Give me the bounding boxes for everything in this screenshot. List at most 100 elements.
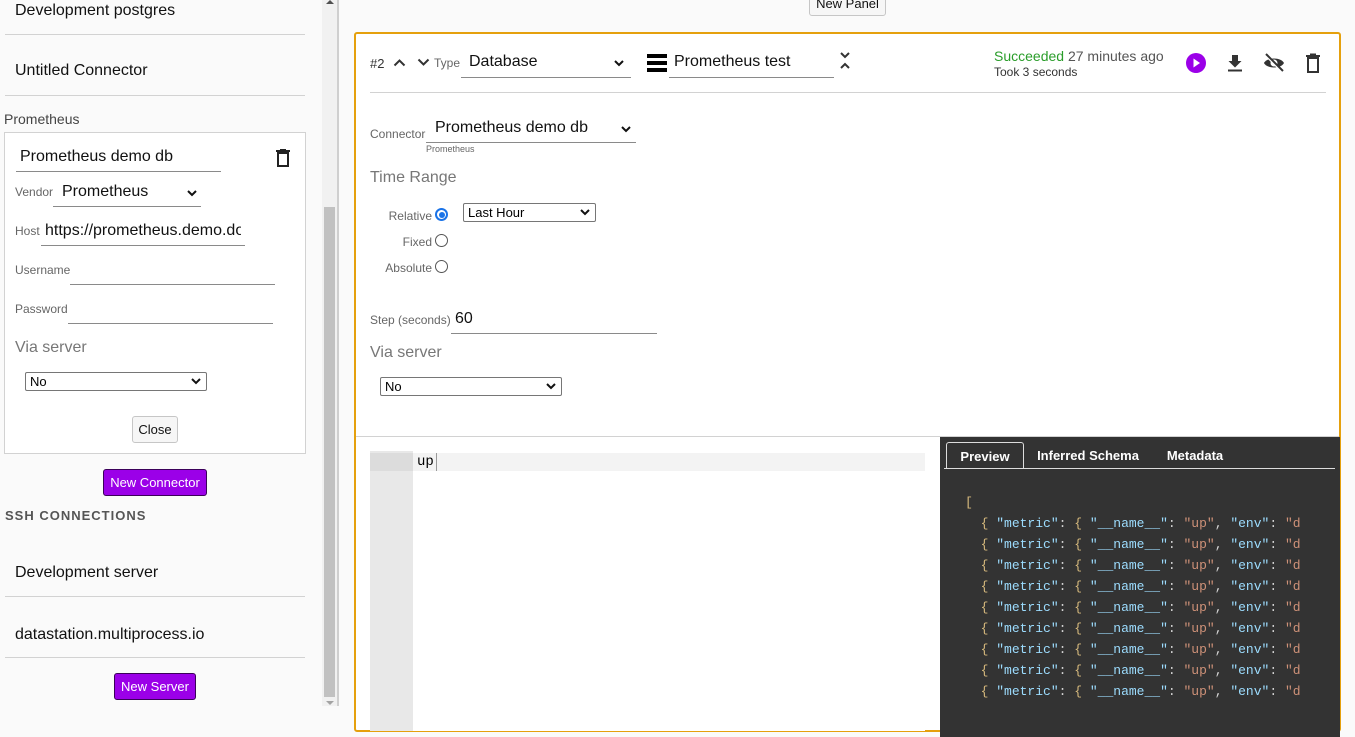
connector-edit-box: Prometheus demo db Vendor Prometheus Hos…: [4, 132, 306, 454]
punct: :: [1058, 516, 1075, 531]
via-server-label: Via server: [15, 339, 87, 356]
json-key: "__name__": [1089, 558, 1168, 573]
json-row: { "metric": { "__name__": "up", "env": "…: [965, 555, 1301, 576]
punct: :: [1269, 558, 1285, 573]
tab-preview[interactable]: Preview: [946, 442, 1024, 469]
json-key: "env": [1230, 600, 1270, 615]
json-value: "d: [1284, 663, 1301, 678]
underline: [461, 77, 631, 78]
punct: :: [1167, 516, 1184, 531]
connector-section-label: Prometheus: [4, 111, 80, 127]
query-editor[interactable]: 1 up: [370, 451, 925, 731]
download-icon[interactable]: [1224, 52, 1246, 74]
run-duration: Took 3 seconds: [994, 65, 1078, 79]
punct: :: [1269, 684, 1285, 699]
via-server-select[interactable]: No: [25, 372, 207, 391]
server-item-development[interactable]: Development server: [5, 535, 305, 597]
underline: [53, 206, 201, 207]
punct: :: [1269, 516, 1285, 531]
move-down-icon[interactable]: [417, 58, 430, 67]
json-key: "env": [1230, 621, 1270, 636]
resize-divider[interactable]: [337, 0, 339, 706]
json-open-bracket: [: [965, 492, 1301, 513]
tab-metadata[interactable]: Metadata: [1158, 442, 1232, 469]
json-row: { "metric": { "__name__": "up", "env": "…: [965, 681, 1301, 702]
punct: :: [1269, 579, 1285, 594]
json-value: "up": [1183, 642, 1215, 657]
sidebar-scrollbar[interactable]: [322, 0, 337, 706]
new-server-button[interactable]: New Server: [114, 673, 196, 700]
active-line-gutter: [370, 453, 413, 471]
json-key: "env": [1230, 516, 1270, 531]
radio-fixed[interactable]: [435, 234, 448, 247]
json-key: "env": [1230, 642, 1270, 657]
editor-code[interactable]: up: [417, 454, 434, 470]
brace: {: [965, 558, 997, 573]
panel-title-input[interactable]: Prometheus test: [674, 53, 791, 71]
punct: :: [1058, 663, 1075, 678]
json-row: { "metric": { "__name__": "up", "env": "…: [965, 660, 1301, 681]
chevron-down-icon: [546, 383, 556, 390]
connector-item-development-postgres[interactable]: Development postgres: [5, 0, 305, 35]
json-key: "metric": [996, 537, 1059, 552]
server-item-datastation[interactable]: datastation.multiprocess.io: [5, 597, 305, 658]
punct: ,: [1214, 537, 1231, 552]
brace: {: [1074, 558, 1090, 573]
delete-panel-icon[interactable]: [1302, 52, 1324, 74]
json-row: { "metric": { "__name__": "up", "env": "…: [965, 534, 1301, 555]
radio-relative[interactable]: [435, 208, 448, 221]
json-key: "__name__": [1089, 600, 1168, 615]
json-row: { "metric": { "__name__": "up", "env": "…: [965, 576, 1301, 597]
scroll-up-arrow-icon[interactable]: [326, 0, 334, 4]
scroll-thumb[interactable]: [324, 207, 335, 697]
password-label: Password: [15, 302, 68, 316]
step-input[interactable]: 60: [455, 310, 473, 328]
brace: {: [965, 516, 997, 531]
close-button[interactable]: Close: [132, 416, 178, 443]
move-up-icon[interactable]: [393, 58, 406, 67]
connector-name: Development postgres: [15, 2, 176, 19]
tab-inferred-schema[interactable]: Inferred Schema: [1032, 442, 1144, 469]
brace: {: [1074, 684, 1090, 699]
punct: :: [1058, 600, 1075, 615]
json-preview: [ { "metric": { "__name__": "up", "env":…: [965, 492, 1301, 702]
punct: :: [1058, 642, 1075, 657]
json-key: "metric": [996, 663, 1059, 678]
run-status: Succeeded 27 minutes ago: [994, 48, 1164, 64]
punct: :: [1058, 558, 1075, 573]
punct: :: [1167, 621, 1184, 636]
json-key: "env": [1230, 579, 1270, 594]
json-key: "env": [1230, 558, 1270, 573]
relative-range-select[interactable]: Last Hour: [463, 203, 596, 222]
new-panel-button[interactable]: New Panel: [809, 0, 886, 16]
connector-item-untitled[interactable]: Untitled Connector: [5, 35, 305, 96]
json-value: "up": [1183, 600, 1215, 615]
connector-name-input[interactable]: Prometheus demo db: [20, 148, 220, 166]
json-key: "__name__": [1089, 621, 1168, 636]
header-divider: [370, 92, 1326, 93]
tab-underline: [944, 468, 1335, 469]
drag-handle-icon[interactable]: [647, 54, 667, 72]
brace: {: [965, 663, 997, 678]
play-icon[interactable]: [1185, 52, 1207, 74]
delete-connector-icon[interactable]: [276, 149, 290, 167]
password-input[interactable]: [68, 323, 273, 324]
host-input[interactable]: https://prometheus.demo.do: [45, 222, 241, 240]
status-time: 27 minutes ago: [1067, 48, 1164, 64]
json-key: "env": [1230, 684, 1270, 699]
radio-absolute-label: Absolute: [385, 261, 432, 275]
username-input[interactable]: [70, 284, 275, 285]
panel-via-server-value: No: [385, 379, 402, 394]
results-pane: Preview Inferred Schema Metadata [ { "me…: [940, 437, 1340, 737]
radio-absolute[interactable]: [435, 260, 448, 273]
panel-index: #2: [370, 56, 385, 71]
json-row: { "metric": { "__name__": "up", "env": "…: [965, 513, 1301, 534]
new-connector-button[interactable]: New Connector: [103, 469, 207, 496]
punct: :: [1269, 600, 1285, 615]
scroll-down-arrow-icon[interactable]: [326, 701, 334, 705]
json-value: "up": [1183, 516, 1215, 531]
hide-eye-icon[interactable]: [1263, 52, 1285, 74]
collapse-expand-icon[interactable]: [839, 51, 851, 71]
panel-via-server-select[interactable]: No: [380, 377, 562, 396]
connector-name: Untitled Connector: [15, 62, 148, 79]
